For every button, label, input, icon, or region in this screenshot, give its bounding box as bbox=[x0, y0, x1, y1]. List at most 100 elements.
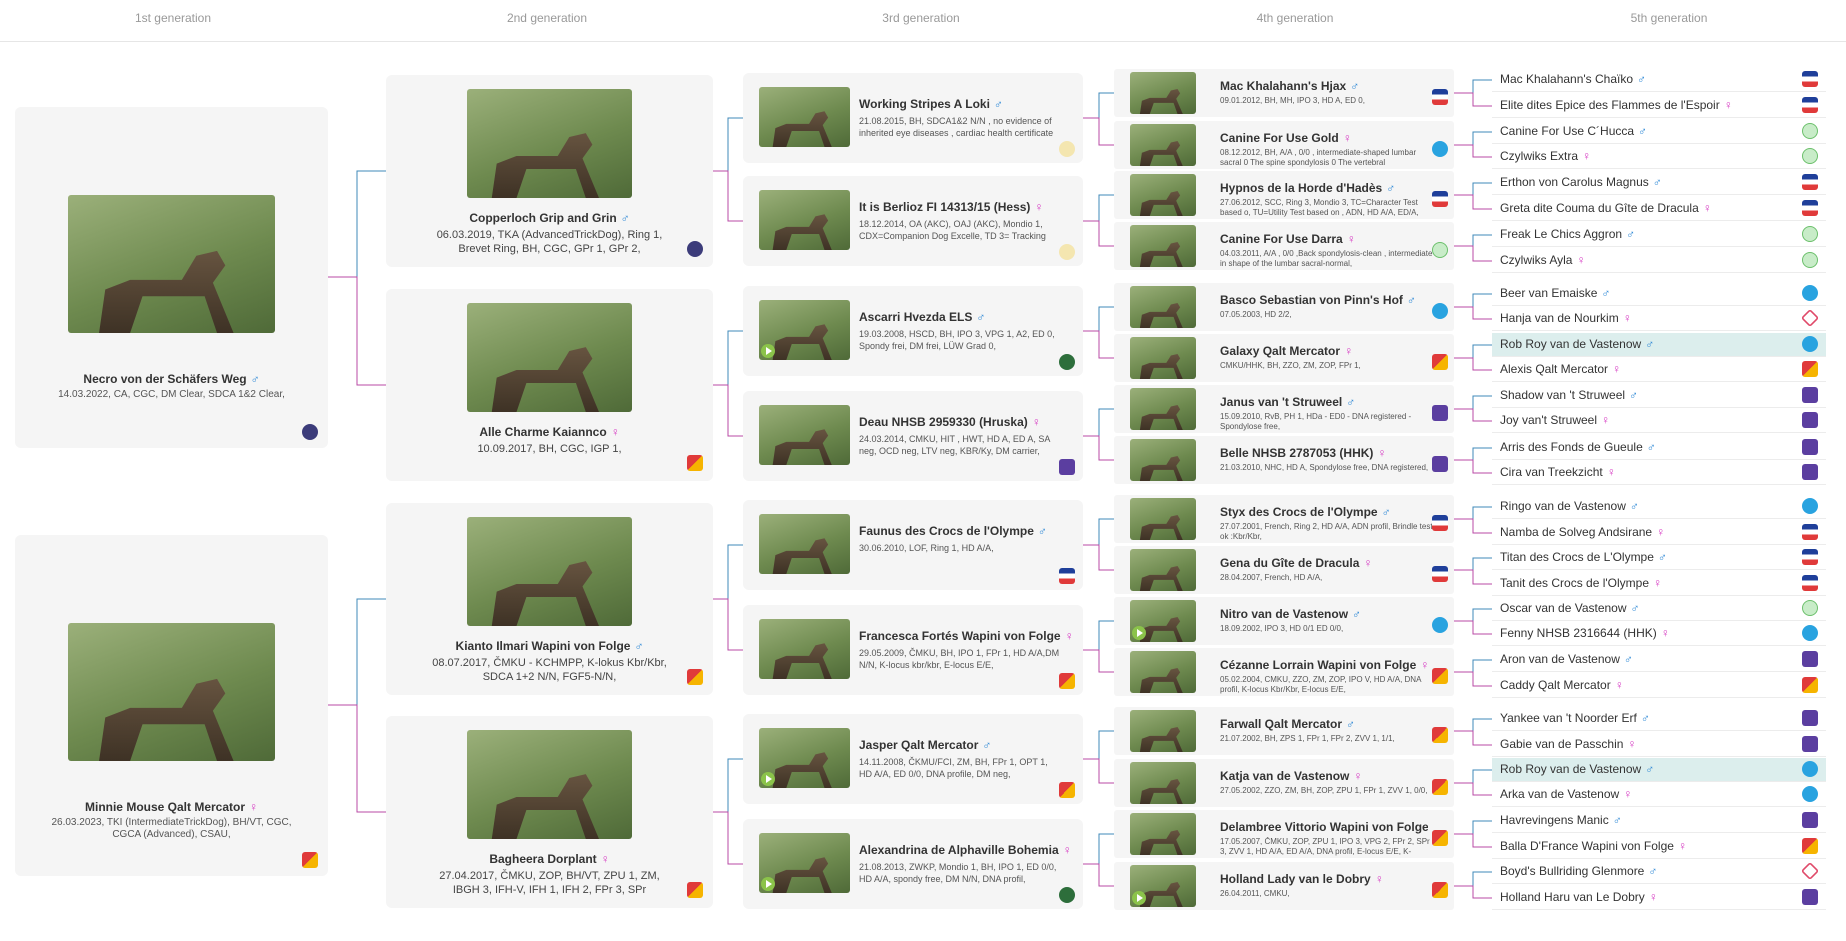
dog-photo[interactable] bbox=[1130, 865, 1196, 907]
dog-photo[interactable] bbox=[1130, 439, 1196, 481]
video-play-icon[interactable] bbox=[761, 772, 775, 786]
gen4-card[interactable]: Nitro van de Vastenow ♂ 18.09.2002, IPO 3,… bbox=[1114, 597, 1454, 645]
gen4-card[interactable]: Galaxy Qalt Mercator ♀ CMKU/HHK, BH, ZZO, … bbox=[1114, 334, 1454, 382]
dog-photo[interactable] bbox=[68, 623, 275, 761]
gen5-row[interactable]: Holland Haru van Le Dobry ♀ bbox=[1492, 886, 1826, 910]
dog-name-link[interactable]: Janus van 't Struweel bbox=[1220, 395, 1342, 409]
dog-name-link[interactable]: Elite dites Epice des Flammes de l'Espoi… bbox=[1500, 98, 1720, 112]
gen5-row[interactable]: Boyd's Bullriding Glenmore ♂ bbox=[1492, 860, 1826, 884]
gen2-card[interactable]: Copperloch Grip and Grin ♂ 06.03.2019, TKA… bbox=[386, 75, 713, 267]
dog-name-link[interactable]: Titan des Crocs de L'Olympe bbox=[1500, 550, 1654, 564]
gen5-row[interactable]: Elite dites Epice des Flammes de l'Espoi… bbox=[1492, 94, 1826, 118]
dog-name-link[interactable]: Tanit des Crocs de l'Olympe bbox=[1500, 576, 1649, 590]
dog-photo[interactable] bbox=[1130, 498, 1196, 540]
gen5-row[interactable]: Arris des Fonds de Gueule ♂ bbox=[1492, 436, 1826, 460]
dog-name-link[interactable]: Cira van Treekzicht bbox=[1500, 465, 1603, 479]
gen5-row[interactable]: Czylwiks Ayla ♀ bbox=[1492, 249, 1826, 273]
gen5-row[interactable]: Yankee van 't Noorder Erf ♂ bbox=[1492, 707, 1826, 731]
dog-name-link[interactable]: Gena du Gîte de Dracula bbox=[1220, 556, 1359, 570]
dog-name-link[interactable]: Beer van Emaiske bbox=[1500, 286, 1597, 300]
dog-photo[interactable] bbox=[467, 517, 632, 626]
gen5-row[interactable]: Joy van't Struweel ♀ bbox=[1492, 409, 1826, 433]
dog-photo[interactable] bbox=[1130, 600, 1196, 642]
gen4-card[interactable]: Janus van 't Struweel ♂ 15.09.2010, RvB, P… bbox=[1114, 385, 1454, 433]
dog-name-link[interactable]: Canine For Use Gold bbox=[1220, 131, 1339, 145]
video-play-icon[interactable] bbox=[761, 877, 775, 891]
dog-photo[interactable] bbox=[1130, 710, 1196, 752]
dog-name-link[interactable]: Joy van't Struweel bbox=[1500, 413, 1597, 427]
gen3-card[interactable]: Francesca Fortés Wapini von Folge ♀ 29.05.… bbox=[743, 605, 1083, 695]
dog-photo[interactable] bbox=[1130, 124, 1196, 166]
gen4-card[interactable]: Belle NHSB 2787053 (HHK) ♀ 21.03.2010, NHC… bbox=[1114, 436, 1454, 484]
dog-photo[interactable] bbox=[759, 833, 850, 893]
dog-name-link[interactable]: Minnie Mouse Qalt Mercator bbox=[85, 800, 245, 814]
dog-name-link[interactable]: Mac Khalahann's Chaïko bbox=[1500, 72, 1633, 86]
gen5-row[interactable]: Titan des Crocs de L'Olympe ♂ bbox=[1492, 546, 1826, 570]
dog-photo[interactable] bbox=[467, 89, 632, 198]
video-play-icon[interactable] bbox=[1132, 626, 1146, 640]
dog-name-link[interactable]: Namba de Solveg Andsirane bbox=[1500, 525, 1652, 539]
gen5-row[interactable]: Tanit des Crocs de l'Olympe ♀ bbox=[1492, 572, 1826, 596]
gen5-row[interactable]: Gabie van de Passchin ♀ bbox=[1492, 733, 1826, 757]
dog-name-link[interactable]: Nitro van de Vastenow bbox=[1220, 607, 1348, 621]
dog-name-link[interactable]: Yankee van 't Noorder Erf bbox=[1500, 711, 1637, 725]
dog-name-link[interactable]: Kianto Ilmari Wapini von Folge bbox=[456, 639, 631, 653]
dog-name-link[interactable]: Bagheera Dorplant bbox=[489, 852, 596, 866]
dog-photo[interactable] bbox=[759, 514, 850, 574]
dog-name-link[interactable]: Jasper Qalt Mercator bbox=[859, 738, 978, 752]
dog-name-link[interactable]: Canine For Use Darra bbox=[1220, 232, 1343, 246]
dog-photo[interactable] bbox=[1130, 337, 1196, 379]
dog-photo[interactable] bbox=[467, 730, 632, 839]
dog-name-link[interactable]: Rob Roy van de Vastenow bbox=[1500, 337, 1641, 351]
gen5-row[interactable]: Ringo van de Vastenow ♂ bbox=[1492, 495, 1826, 519]
dog-name-link[interactable]: Havrevingens Manic bbox=[1500, 813, 1609, 827]
video-play-icon[interactable] bbox=[761, 344, 775, 358]
gen4-card[interactable]: Holland Lady van le Dobry ♀ 26.04.2011, CM… bbox=[1114, 862, 1454, 910]
dog-name-link[interactable]: Katja van de Vastenow bbox=[1220, 769, 1349, 783]
dog-name-link[interactable]: Cézanne Lorrain Wapini von Folge bbox=[1220, 658, 1416, 672]
dog-photo[interactable] bbox=[467, 303, 632, 412]
gen4-card[interactable]: Delambree Vittorio Wapini von Folge♂ 17.0… bbox=[1114, 810, 1454, 858]
gen5-row[interactable]: Alexis Qalt Mercator ♀ bbox=[1492, 358, 1826, 382]
gen4-card[interactable]: Katja van de Vastenow ♀ 27.05.2002, ZZO, Z… bbox=[1114, 759, 1454, 807]
dog-name-link[interactable]: Basco Sebastian von Pinn's Hof bbox=[1220, 293, 1403, 307]
dog-name-link[interactable]: Boyd's Bullriding Glenmore bbox=[1500, 864, 1644, 878]
gen3-card[interactable]: Alexandrina de Alphaville Bohemia ♀ 21.08.… bbox=[743, 819, 1083, 909]
gen5-row[interactable]: Freak Le Chics Aggron ♂ bbox=[1492, 223, 1826, 247]
gen5-row[interactable]: Canine For Use C´Hucca ♂ bbox=[1492, 120, 1826, 144]
dog-photo[interactable] bbox=[1130, 72, 1196, 114]
dog-name-link[interactable]: Hanja van de Nourkim bbox=[1500, 311, 1619, 325]
gen5-row[interactable]: Oscar van de Vastenow ♂ bbox=[1492, 597, 1826, 621]
dog-name-link[interactable]: It is Berlioz FI 14313/15 (Hess) bbox=[859, 200, 1030, 214]
dog-name-link[interactable]: Czylwiks Extra bbox=[1500, 149, 1578, 163]
dog-name-link[interactable]: Holland Haru van Le Dobry bbox=[1500, 890, 1645, 904]
dog-name-link[interactable]: Copperloch Grip and Grin bbox=[469, 211, 616, 225]
dog-name-link[interactable]: Delambree Vittorio Wapini von Folge bbox=[1220, 820, 1428, 834]
gen2-card[interactable]: Alle Charme Kaiannco ♀ 10.09.2017, BH, CGC… bbox=[386, 289, 713, 481]
gen3-card[interactable]: Ascarri Hvezda ELS ♂ 19.03.2008, HSCD, BH,… bbox=[743, 286, 1083, 376]
dog-name-link[interactable]: Ringo van de Vastenow bbox=[1500, 499, 1626, 513]
gen5-row[interactable]: Greta dite Couma du Gîte de Dracula ♀ bbox=[1492, 197, 1826, 221]
dog-photo[interactable] bbox=[759, 405, 850, 465]
gen4-card[interactable]: Mac Khalahann's Hjax ♂ 09.01.2012, BH, MH,… bbox=[1114, 69, 1454, 117]
gen4-card[interactable]: Farwall Qalt Mercator ♂ 21.07.2002, BH, ZP… bbox=[1114, 707, 1454, 755]
dog-name-link[interactable]: Styx des Crocs de l'Olympe bbox=[1220, 505, 1378, 519]
dog-name-link[interactable]: Shadow van 't Struweel bbox=[1500, 388, 1625, 402]
dog-photo[interactable] bbox=[68, 195, 275, 333]
dog-photo[interactable] bbox=[1130, 651, 1196, 693]
video-play-icon[interactable] bbox=[1132, 891, 1146, 905]
dog-name-link[interactable]: Czylwiks Ayla bbox=[1500, 253, 1572, 267]
dog-photo[interactable] bbox=[1130, 813, 1196, 855]
dog-name-link[interactable]: Necro von der Schäfers Weg bbox=[83, 372, 246, 386]
gen4-card[interactable]: Styx des Crocs de l'Olympe ♂ 27.07.2001, F… bbox=[1114, 495, 1454, 543]
dog-photo[interactable] bbox=[759, 87, 850, 147]
dog-photo[interactable] bbox=[759, 190, 850, 250]
dog-name-link[interactable]: Holland Lady van le Dobry bbox=[1220, 872, 1371, 886]
gen5-row[interactable]: Balla D'France Wapini von Folge ♀ bbox=[1492, 835, 1826, 859]
gen5-row[interactable]: Mac Khalahann's Chaïko ♂ bbox=[1492, 68, 1826, 92]
gen3-card[interactable]: Jasper Qalt Mercator ♂ 14.11.2008, ČKMU/FC… bbox=[743, 714, 1083, 804]
dog-name-link[interactable]: Mac Khalahann's Hjax bbox=[1220, 79, 1346, 93]
gen3-card[interactable]: Working Stripes A Loki ♂ 21.08.2015, BH, S… bbox=[743, 73, 1083, 163]
gen4-card[interactable]: Canine For Use Darra ♀ 04.03.2011, A/A , 0… bbox=[1114, 222, 1454, 270]
gen2-card[interactable]: Bagheera Dorplant ♀ 27.04.2017, ČMKU, ZOP,… bbox=[386, 716, 713, 908]
